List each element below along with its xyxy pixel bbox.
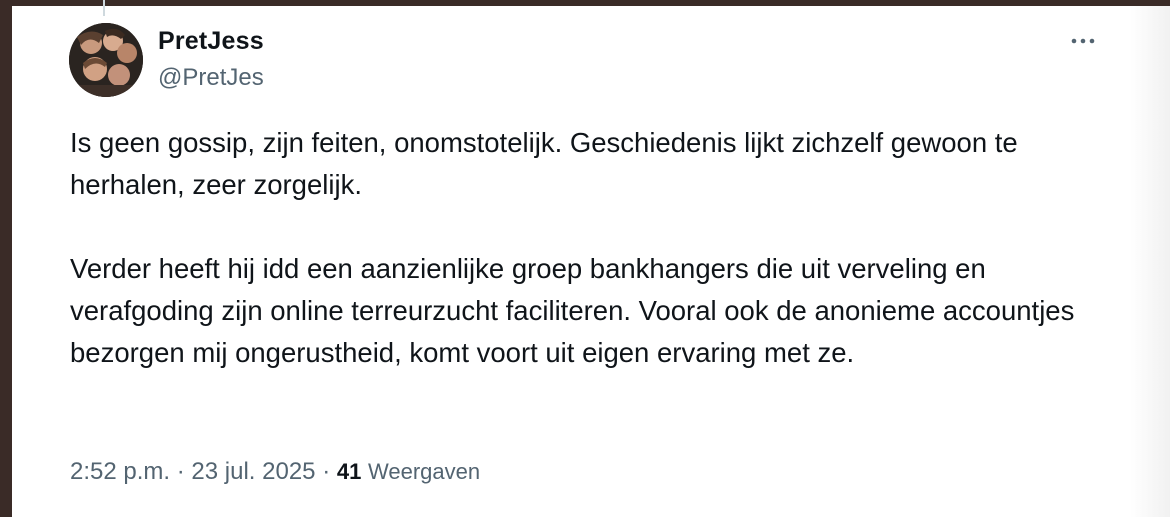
- author-name[interactable]: PretJess: [158, 27, 264, 56]
- avatar-photo: [69, 23, 143, 97]
- tweet-paragraph: Verder heeft hij idd een aanzienlijke gr…: [70, 253, 1075, 368]
- meta-separator: ·: [176, 458, 185, 485]
- views-label[interactable]: Weergaven: [368, 459, 480, 484]
- tweet-text: Is geen gossip, zijn feiten, onomstoteli…: [70, 122, 1110, 374]
- card-edge-shadow: [1130, 6, 1170, 517]
- tweet-metadata: 2:52 p.m. · 23 jul. 2025 · 41 Weergaven: [70, 458, 480, 486]
- tweet-time[interactable]: 2:52 p.m.: [70, 458, 170, 485]
- tweet-date[interactable]: 23 jul. 2025: [191, 458, 315, 485]
- author-handle[interactable]: @PretJes: [158, 64, 264, 92]
- avatar[interactable]: [69, 23, 143, 97]
- meta-separator: ·: [322, 458, 331, 485]
- tweet-paragraph: Is geen gossip, zijn feiten, onomstoteli…: [70, 127, 1018, 200]
- more-horizontal-icon[interactable]: [1068, 34, 1098, 48]
- thread-connector-line: [103, 0, 105, 16]
- views-count[interactable]: 41: [337, 459, 361, 484]
